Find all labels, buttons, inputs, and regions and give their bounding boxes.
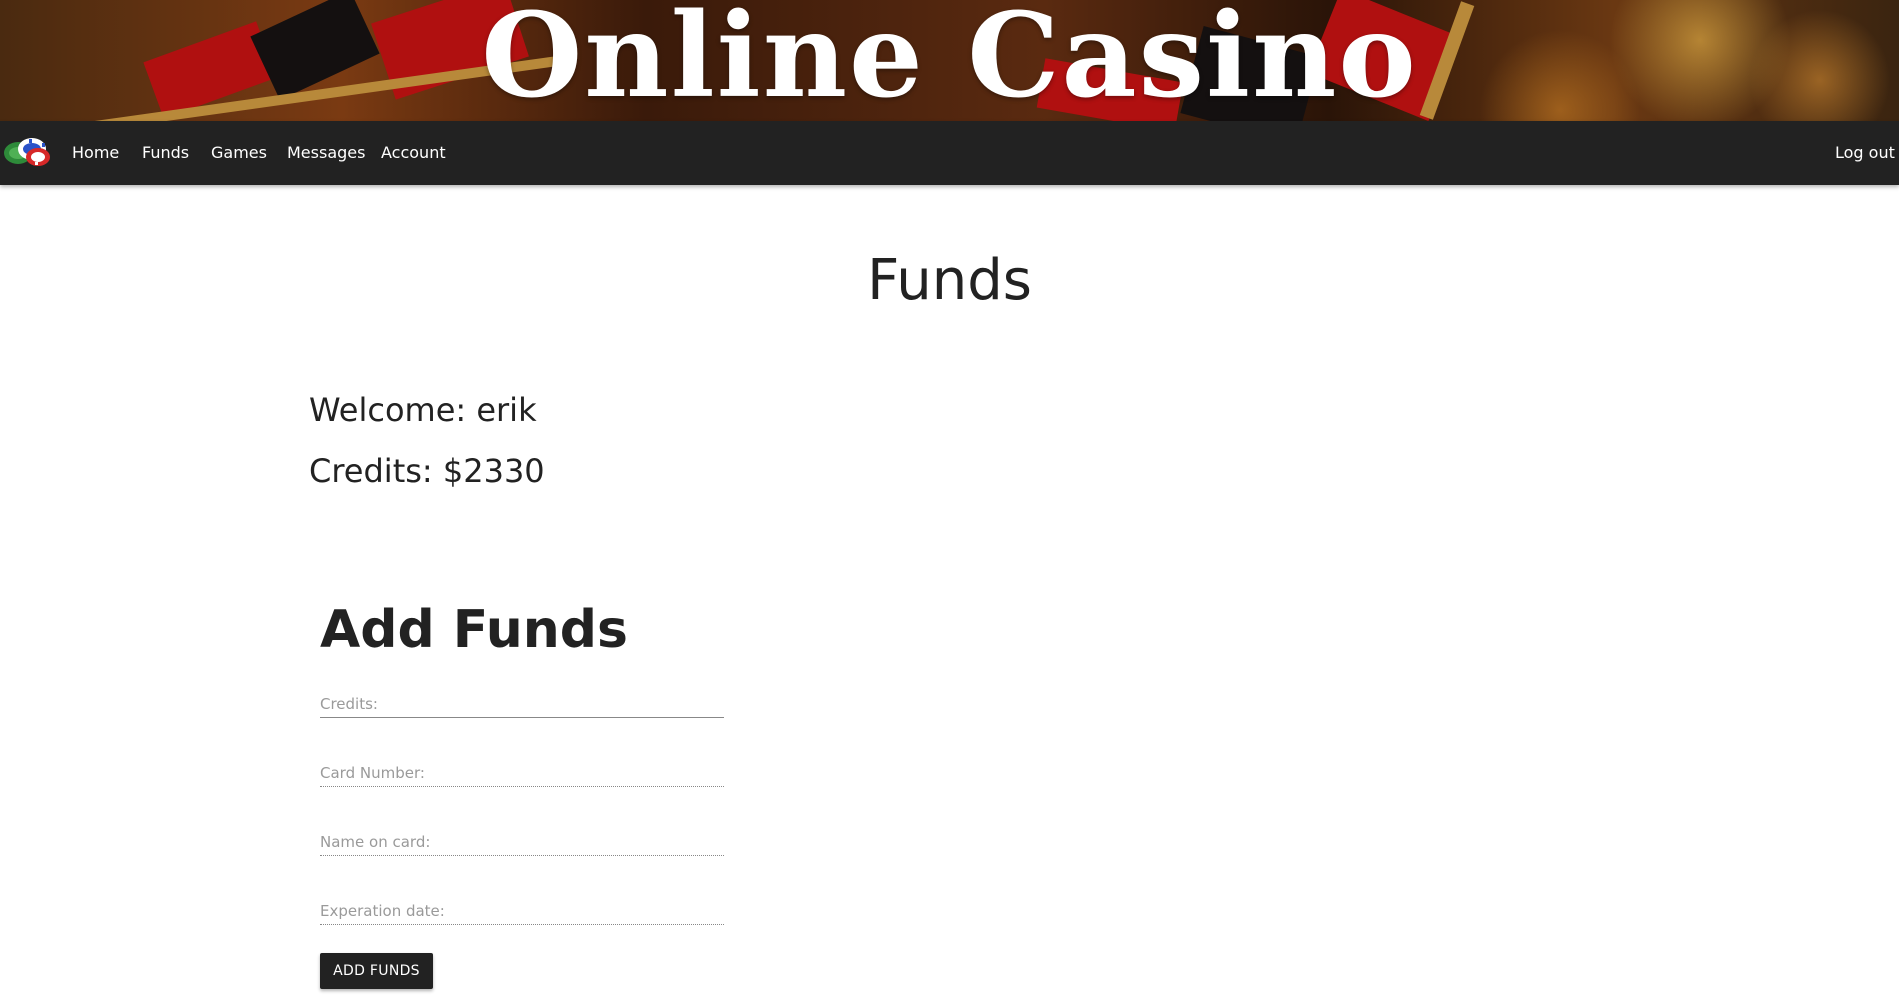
nav-account[interactable]: Account [381, 121, 446, 185]
nav-home[interactable]: Home [72, 121, 119, 185]
welcome-text: Welcome: erik [309, 391, 537, 429]
nav-funds[interactable]: Funds [142, 121, 189, 185]
logout-link[interactable]: Log out [1835, 121, 1895, 185]
header-banner: Online Casino [0, 0, 1899, 121]
page-title: Funds [867, 248, 1032, 313]
name-on-card-field [320, 820, 724, 856]
expiration-date-input[interactable] [320, 889, 724, 925]
site-title: Online Casino [481, 0, 1418, 121]
poker-chips-icon[interactable] [2, 131, 52, 171]
nav-messages[interactable]: Messages [287, 121, 365, 185]
add-funds-button[interactable]: ADD FUNDS [320, 953, 433, 989]
credits-field [320, 682, 724, 718]
add-funds-heading: Add Funds [320, 600, 628, 660]
credits-balance: Credits: $2330 [309, 452, 545, 490]
main-navbar: Home Funds Games Messages Account Log ou… [0, 121, 1899, 185]
card-number-field [320, 751, 724, 787]
expiration-date-field [320, 889, 724, 925]
credits-input[interactable] [320, 682, 724, 718]
nav-games[interactable]: Games [211, 121, 267, 185]
name-on-card-input[interactable] [320, 820, 724, 856]
card-number-input[interactable] [320, 751, 724, 787]
